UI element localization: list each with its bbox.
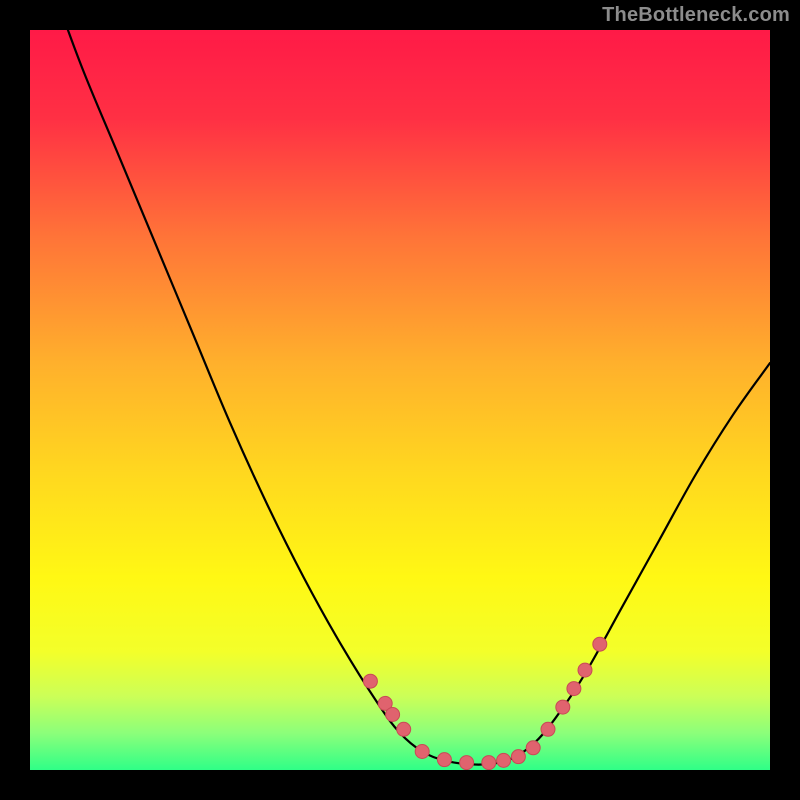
data-point [397,722,411,736]
data-point [541,722,555,736]
attribution-text: TheBottleneck.com [602,4,790,27]
chart-svg [30,30,770,770]
data-point [415,745,429,759]
data-point [578,663,592,677]
data-point [386,708,400,722]
data-point [363,674,377,688]
gradient-background [30,30,770,770]
data-point [511,750,525,764]
data-point [567,682,581,696]
data-point [482,756,496,770]
data-point [460,756,474,770]
data-point [556,700,570,714]
data-point [526,741,540,755]
data-point [437,753,451,767]
data-point [593,637,607,651]
data-point [497,753,511,767]
